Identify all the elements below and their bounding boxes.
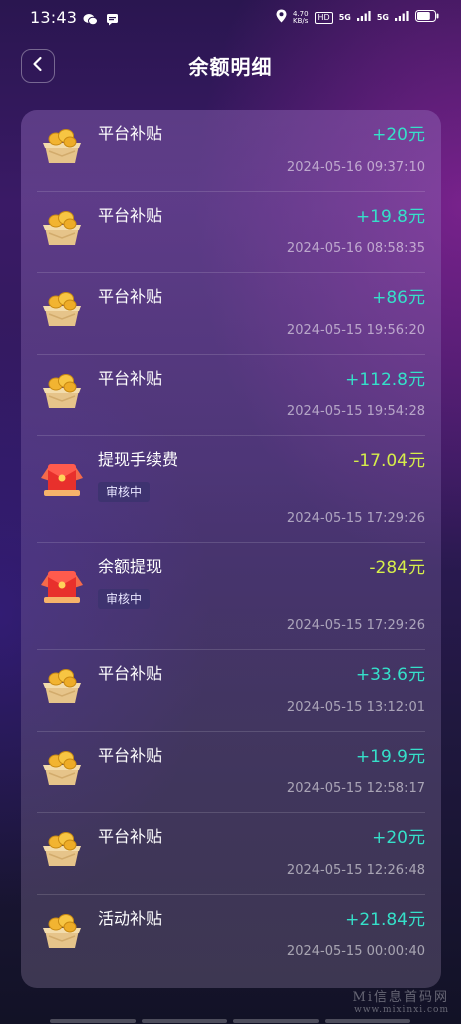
record-timestamp: 2024-05-15 17:29:26 [286, 618, 425, 633]
status-bar: 13:43 4.70 KB/s HD 5G 5G [0, 0, 461, 36]
list-item[interactable]: 平台补贴 +19.8元 2024-05-16 08:58:35 [37, 192, 425, 273]
list-item[interactable]: 提现手续费 -17.04元审核中 2024-05-15 17:29:26 [37, 436, 425, 543]
location-icon [276, 9, 287, 26]
list-item[interactable]: 平台补贴 +20元 2024-05-15 12:26:48 [37, 813, 425, 895]
list-item[interactable]: 平台补贴 +33.6元 2024-05-15 13:12:01 [37, 650, 425, 732]
list-item[interactable]: 余额提现 -284元审核中 2024-05-15 17:29:26 [37, 543, 425, 650]
record-amount: +86元 [372, 288, 425, 308]
record-amount: +21.84元 [345, 909, 425, 930]
record-title: 平台补贴 [98, 827, 163, 846]
wechat-icon [83, 11, 98, 30]
gold-coin-box-icon [39, 366, 85, 412]
list-item[interactable]: 平台补贴 +112.8元 2024-05-15 19:54:28 [37, 355, 425, 436]
record-timestamp: 2024-05-15 00:00:40 [286, 944, 425, 959]
record-title: 提现手续费 [98, 450, 179, 469]
record-title: 平台补贴 [98, 745, 163, 765]
gold-coin-box-icon [39, 284, 85, 330]
status-badge: 审核中 [98, 589, 151, 609]
watermark: Mi信息首码网 www.mixinxi.com [352, 990, 449, 1015]
list-item[interactable]: 活动补贴 +21.84元 2024-05-15 00:00:40 [37, 895, 425, 976]
record-amount: +112.8元 [345, 369, 425, 390]
sim2-label: 5G [376, 13, 389, 22]
page-title: 余额明细 [188, 55, 273, 79]
record-timestamp: 2024-05-15 12:58:17 [286, 781, 425, 796]
sim1-label: 5G [338, 13, 351, 22]
record-title: 平台补贴 [98, 205, 163, 225]
signal-icon [356, 11, 371, 24]
red-envelope-icon [39, 456, 85, 502]
balance-record-list: 平台补贴 +20元 2024-05-16 09:37:10 平台补贴 +19.8元 202… [21, 110, 441, 988]
record-timestamp: 2024-05-15 17:29:26 [286, 511, 425, 526]
home-indicator [50, 1019, 410, 1023]
gold-coin-box-icon [39, 743, 85, 789]
record-amount: -17.04元 [353, 451, 425, 471]
red-envelope-icon [39, 563, 85, 609]
signal-icon [395, 11, 409, 24]
gold-coin-box-icon [39, 906, 85, 952]
record-timestamp: 2024-05-15 19:56:20 [286, 322, 425, 338]
record-title: 平台补贴 [98, 664, 163, 683]
gold-coin-box-icon [39, 121, 85, 167]
record-amount: -284元 [369, 558, 425, 578]
record-amount: +20元 [372, 828, 425, 848]
record-amount: +19.8元 [355, 206, 425, 227]
record-timestamp: 2024-05-15 13:12:01 [286, 699, 425, 715]
status-time: 13:43 [30, 8, 78, 27]
record-amount: +19.9元 [355, 746, 425, 767]
record-title: 平台补贴 [98, 368, 163, 388]
record-amount: +20元 [372, 125, 425, 145]
record-title: 余额提现 [98, 557, 163, 576]
record-timestamp: 2024-05-16 08:58:35 [286, 241, 425, 256]
gold-coin-box-icon [39, 824, 85, 870]
hd-badge: HD [314, 11, 333, 24]
list-item[interactable]: 平台补贴 +86元 2024-05-15 19:56:20 [37, 273, 425, 355]
gold-coin-box-icon [39, 661, 85, 707]
record-timestamp: 2024-05-15 19:54:28 [286, 404, 425, 419]
record-timestamp: 2024-05-16 09:37:10 [286, 159, 425, 175]
battery-icon [415, 10, 439, 25]
list-item[interactable]: 平台补贴 +19.9元 2024-05-15 12:58:17 [37, 732, 425, 813]
record-amount: +33.6元 [355, 665, 425, 685]
record-title: 平台补贴 [98, 124, 163, 143]
status-badge: 审核中 [98, 482, 151, 502]
message-icon [106, 11, 119, 30]
list-item[interactable]: 平台补贴 +20元 2024-05-16 09:37:10 [37, 110, 425, 192]
record-timestamp: 2024-05-15 12:26:48 [286, 862, 425, 878]
record-title: 平台补贴 [98, 287, 163, 306]
net-speed: 4.70 KB/s [292, 9, 309, 25]
record-title: 活动补贴 [98, 908, 163, 928]
gold-coin-box-icon [39, 203, 85, 249]
